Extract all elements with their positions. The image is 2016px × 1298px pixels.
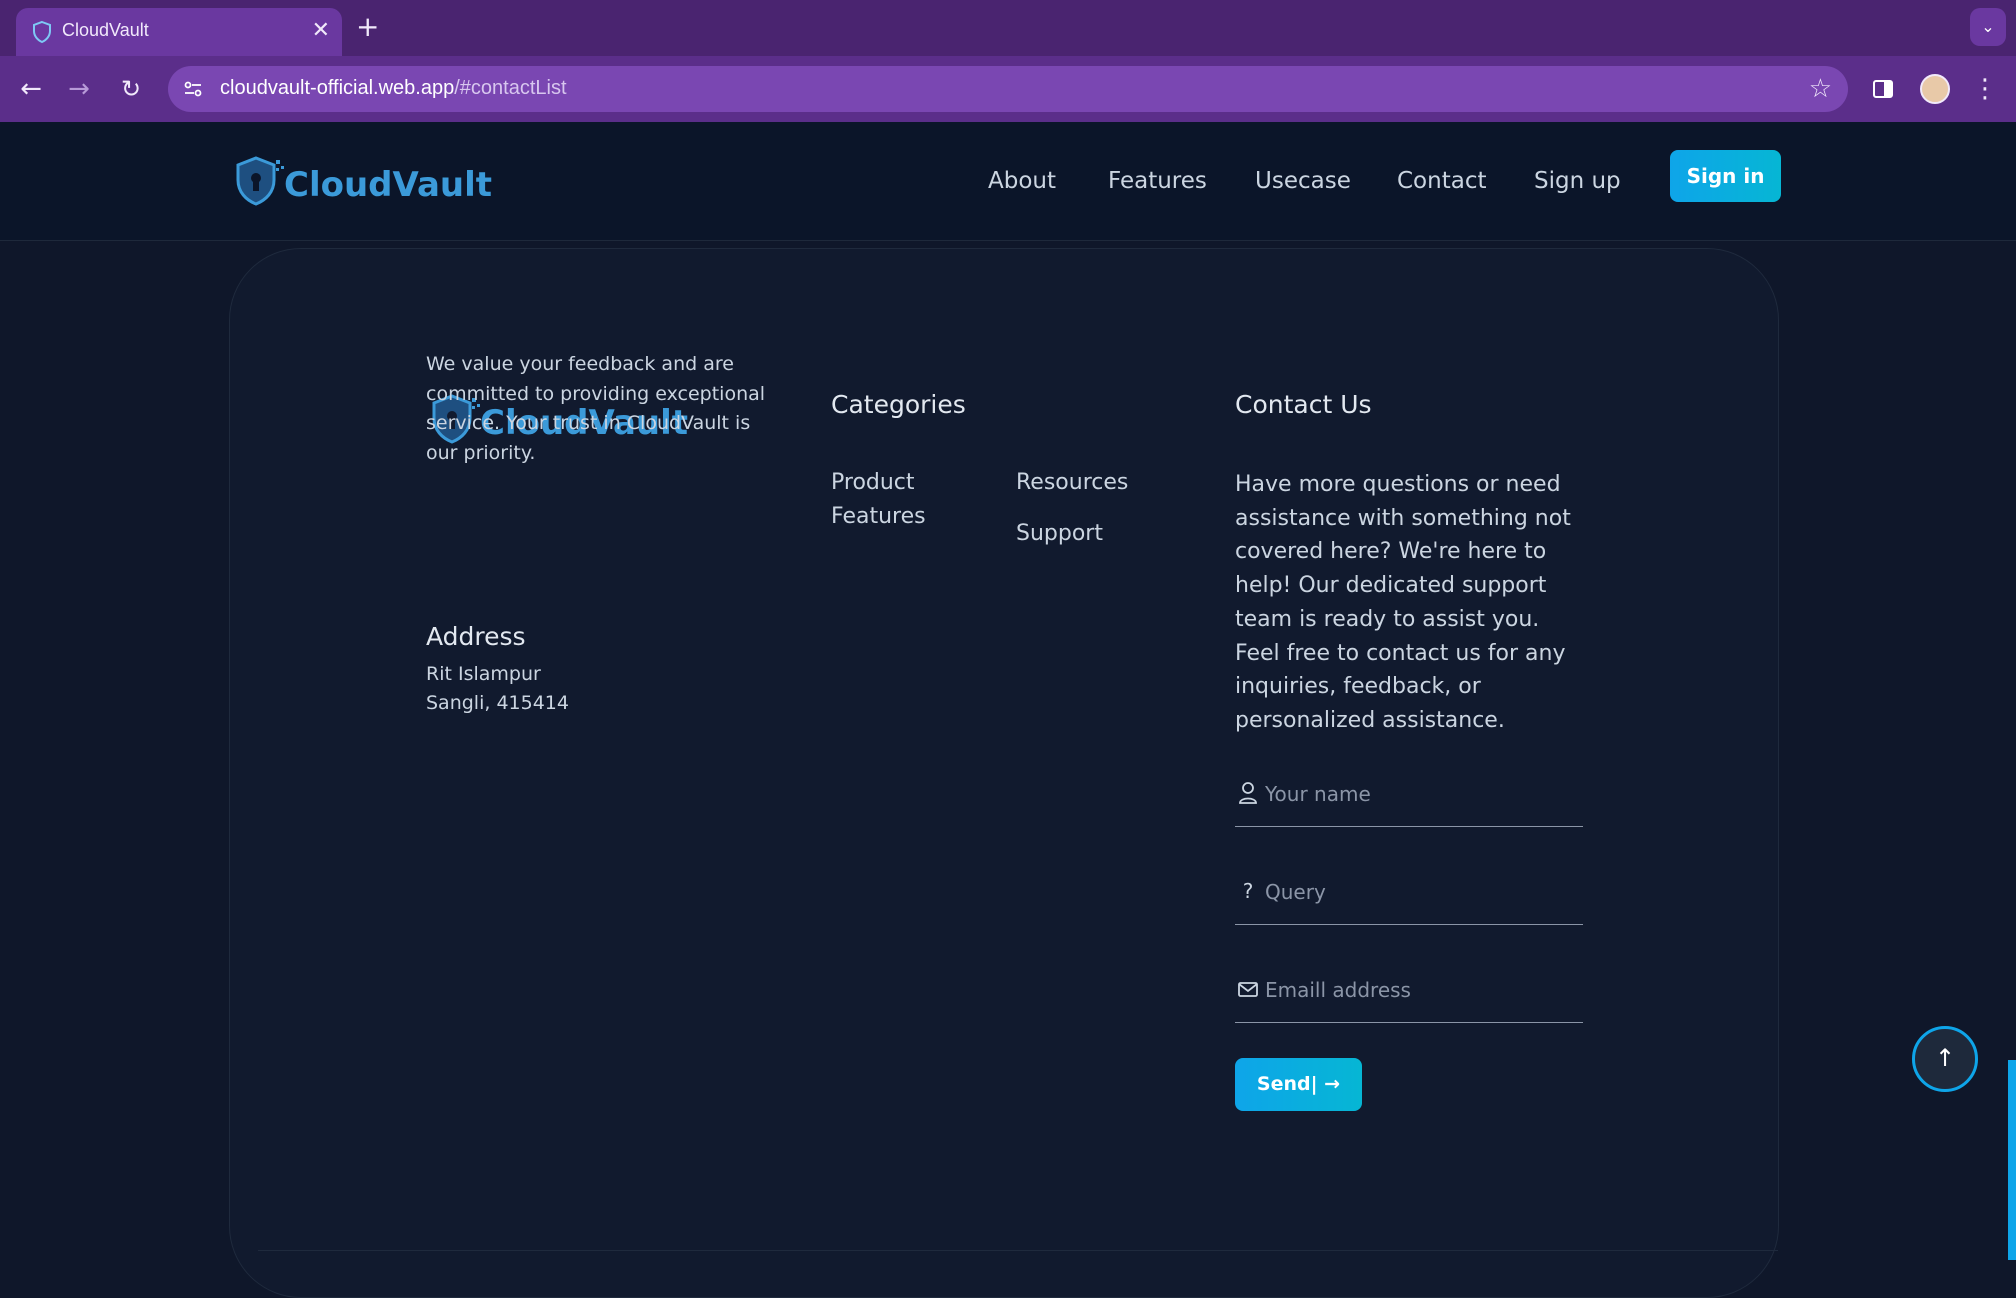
bookmark-star-icon[interactable]: ☆ <box>1809 74 1832 104</box>
contact-text: Have more questions or need assistance w… <box>1235 472 1571 733</box>
close-icon[interactable]: ✕ <box>312 17 330 45</box>
page: CloudVault About Features Usecase Contac… <box>0 122 2016 1298</box>
footer-divider <box>258 1250 1778 1251</box>
email-field <box>1235 966 1583 1023</box>
url-host: cloudvault-official.web.app <box>220 77 455 99</box>
contact-heading: Contact Us <box>1235 390 1372 419</box>
cloudvault-shield-icon <box>236 156 284 206</box>
scrollbar-thumb[interactable] <box>2008 1060 2016 1260</box>
side-panel-icon[interactable] <box>1866 72 1900 106</box>
nav-contact[interactable]: Contact <box>1397 168 1486 194</box>
name-field <box>1235 770 1583 827</box>
address-line-2: Sangli, 415414 <box>426 692 569 714</box>
back-arrow-icon[interactable]: ← <box>14 72 48 106</box>
category-resources[interactable]: Resources <box>1016 466 1128 500</box>
logo-text: CloudVault <box>284 165 493 205</box>
sign-in-button[interactable]: Sign in <box>1670 150 1781 202</box>
nav-features[interactable]: Features <box>1108 168 1207 194</box>
url-path: /#contactList <box>454 77 567 99</box>
tab-strip: CloudVault ✕ + ⌄ <box>0 0 2016 56</box>
kebab-menu-icon[interactable]: ⋮ <box>1968 72 2002 106</box>
category-support[interactable]: Support <box>1016 517 1103 551</box>
mail-icon <box>1238 982 1258 997</box>
shield-icon <box>33 20 51 44</box>
user-icon <box>1239 782 1257 804</box>
tab-title: CloudVault <box>62 20 149 40</box>
query-field: ? <box>1235 868 1583 925</box>
browser-chrome: CloudVault ✕ + ⌄ ← → ↻ cloudvault-offici… <box>0 0 2016 122</box>
send-button[interactable]: Send| → <box>1235 1058 1362 1111</box>
site-settings-icon[interactable] <box>182 78 204 100</box>
arrow-up-icon: ↑ <box>1934 1044 1956 1072</box>
nav-usecase[interactable]: Usecase <box>1255 168 1351 194</box>
category-features[interactable]: Features <box>831 500 926 534</box>
name-input[interactable] <box>1263 778 1577 810</box>
categories-heading: Categories <box>831 390 966 419</box>
nav-about[interactable]: About <box>988 168 1056 194</box>
url-text: cloudvault-official.web.app/#contactList <box>220 77 567 100</box>
reload-icon[interactable]: ↻ <box>114 72 148 106</box>
category-product[interactable]: Product <box>831 466 915 500</box>
address-line-1: Rit Islampur <box>426 663 541 685</box>
browser-tab[interactable]: CloudVault ✕ <box>16 8 342 56</box>
new-tab-button[interactable]: + <box>356 12 379 42</box>
forward-arrow-icon[interactable]: → <box>62 72 96 106</box>
profile-avatar[interactable] <box>1920 74 1950 104</box>
address-heading: Address <box>426 622 526 651</box>
nav-sign-up[interactable]: Sign up <box>1534 168 1621 194</box>
header-logo[interactable]: CloudVault <box>232 154 492 208</box>
question-icon: ? <box>1242 879 1254 903</box>
footer-about-text: We value your feedback and are committed… <box>426 353 766 464</box>
query-input[interactable] <box>1263 876 1577 908</box>
site-header: CloudVault About Features Usecase Contac… <box>0 122 2016 241</box>
chevron-down-icon[interactable]: ⌄ <box>1970 8 2006 46</box>
email-input[interactable] <box>1263 974 1577 1006</box>
scroll-to-top-button[interactable]: ↑ <box>1912 1026 1978 1092</box>
address-bar[interactable]: cloudvault-official.web.app/#contactList… <box>168 66 1848 112</box>
